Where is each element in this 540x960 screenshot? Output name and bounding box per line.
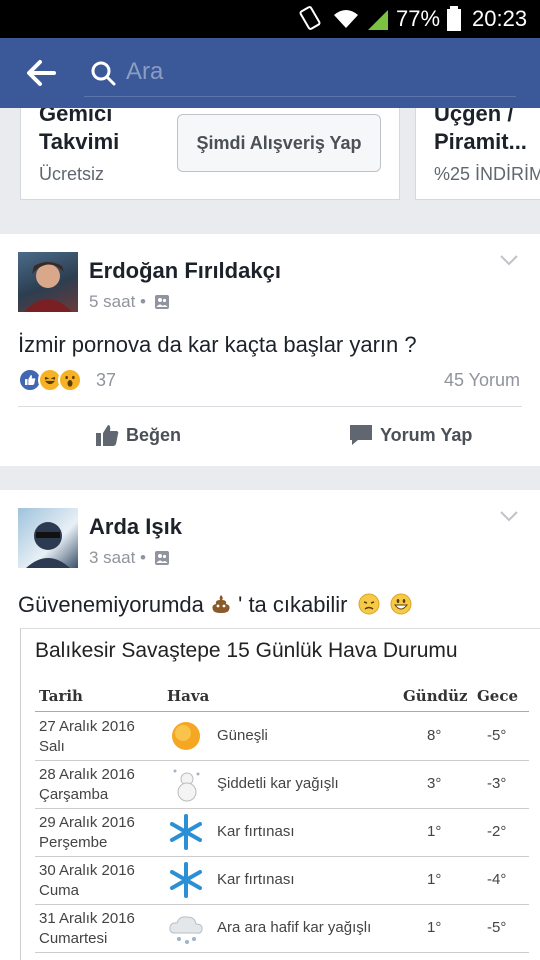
post-meta: 5 saat • (89, 292, 169, 312)
row-condition: Güneşli (217, 727, 268, 744)
author-name[interactable]: Arda Işık (89, 514, 182, 540)
post-time: 3 saat (89, 548, 136, 567)
row-night-temp: -5° (487, 919, 507, 936)
row-date: 27 Aralık 2016 Salı (39, 718, 135, 755)
row-condition: Kar fırtınası (217, 871, 295, 888)
avatar[interactable] (18, 508, 78, 568)
snowflake-icon (170, 814, 202, 850)
post-text: Güvenemiyorumda ' ta cıkabilir (18, 592, 412, 618)
post-text-suffix: ' ta cıkabilir (238, 592, 348, 617)
back-arrow-icon[interactable] (24, 56, 58, 90)
snowflake-icon (170, 862, 202, 898)
post-time: 5 saat (89, 292, 136, 311)
wow-reaction-icon (58, 368, 82, 392)
row-condition: Kar fırtınası (217, 823, 295, 840)
friends-icon (154, 295, 169, 309)
reaction-count: 37 (96, 370, 117, 390)
row-day-temp: 3° (427, 775, 442, 792)
avatar[interactable] (18, 252, 78, 312)
row-date: 30 Aralık 2016 Cuma (39, 862, 135, 899)
feed-post: Arda Işık 3 saat • Güvenemiyorumda ' ta … (0, 490, 540, 960)
product-card[interactable]: Üçgen / Piramit... %25 İNDİRİM (415, 108, 540, 200)
feed-post: Erdoğan Fırıldakçı 5 saat • İzmir pornov… (0, 234, 540, 466)
shop-now-button[interactable]: Şimdi Alışveriş Yap (177, 114, 381, 172)
weather-row: 27 Aralık 2016 Salı Güneşli 8° -5° (35, 713, 529, 761)
battery-percent: 77% (396, 6, 441, 31)
post-text-main: Güvenemiyorumda (18, 592, 204, 617)
thumbs-up-icon (96, 425, 119, 446)
row-day-temp: 1° (427, 919, 442, 936)
comment-bubble-icon (350, 425, 372, 445)
post-meta: 3 saat • (89, 548, 169, 568)
row-night-temp: -3° (487, 775, 507, 792)
sun-icon (172, 722, 200, 750)
row-date: 31 Aralık 2016 Cumartesi (39, 910, 135, 947)
weather-title: Balıkesir Savaştepe 15 Günlük Hava Durum… (35, 639, 458, 662)
search-underline (84, 96, 516, 97)
grinning-emoji-icon (390, 593, 412, 615)
post-text: İzmir pornova da kar kaçta başlar yarın … (18, 332, 417, 357)
status-bar: 77% 20:23 (0, 0, 540, 38)
app-bar: Ara (0, 38, 540, 108)
product-discount: %25 İNDİRİM (434, 164, 540, 184)
chevron-down-icon[interactable] (500, 254, 518, 266)
like-label: Beğen (126, 425, 182, 445)
disappointed-emoji-icon (358, 593, 380, 615)
header-weather: Hava (167, 687, 210, 705)
weather-row: 30 Aralık 2016 Cuma Kar fırtınası 1° -4° (35, 857, 529, 905)
product-price: Ücretsiz (39, 164, 105, 184)
weather-row: 28 Aralık 2016 Çarşamba Şiddetli kar yağı… (35, 761, 529, 809)
comment-button[interactable]: Yorum Yap (348, 422, 478, 450)
header-day: Gündüz (403, 687, 468, 705)
row-date: 29 Aralık 2016 Perşembe (39, 814, 135, 851)
wifi-icon (334, 10, 358, 28)
row-day-temp: 8° (427, 727, 442, 744)
chevron-down-icon[interactable] (500, 510, 518, 522)
row-night-temp: -4° (487, 871, 507, 888)
like-button[interactable]: Beğen (94, 422, 204, 450)
product-title: Üçgen / Piramit... (434, 108, 527, 154)
product-card[interactable]: Gemici Takvimi Ücretsiz Şimdi Alışveriş … (20, 108, 400, 200)
header-rule (35, 711, 529, 712)
comment-label: Yorum Yap (380, 425, 473, 445)
battery-icon (447, 6, 461, 31)
weather-row: 31 Aralık 2016 Cumartesi Ara ara hafif ka… (35, 905, 529, 953)
row-condition: Şiddetli kar yağışlı (217, 775, 339, 792)
row-day-temp: 1° (427, 823, 442, 840)
search-icon (91, 61, 116, 86)
divider (18, 406, 522, 407)
product-title: Gemici Takvimi (39, 108, 120, 154)
poop-emoji-icon (212, 595, 230, 613)
snowman-icon (173, 769, 200, 802)
header-date: Tarih (39, 687, 83, 705)
row-condition: Ara ara hafif kar yağışlı (217, 919, 372, 936)
friends-icon (154, 551, 169, 565)
vibrate-icon (299, 6, 321, 30)
shop-carousel: Gemici Takvimi Ücretsiz Şimdi Alışveriş … (0, 108, 540, 208)
author-name[interactable]: Erdoğan Fırıldakçı (89, 258, 281, 284)
weather-table-image[interactable]: Balıkesir Savaştepe 15 Günlük Hava Durum… (20, 628, 540, 960)
search-input[interactable]: Ara (126, 52, 506, 92)
weather-row: 29 Aralık 2016 Perşembe Kar fırtınası 1° … (35, 809, 529, 857)
comment-count[interactable]: 45 Yorum (444, 370, 520, 391)
row-night-temp: -5° (487, 727, 507, 744)
clock: 20:23 (472, 6, 528, 31)
row-night-temp: -2° (487, 823, 507, 840)
cloud-snow-icon (169, 916, 203, 944)
header-night: Gece (477, 687, 519, 705)
row-day-temp: 1° (427, 871, 442, 888)
signal-icon (368, 10, 388, 30)
row-date: 28 Aralık 2016 Çarşamba (39, 766, 135, 803)
